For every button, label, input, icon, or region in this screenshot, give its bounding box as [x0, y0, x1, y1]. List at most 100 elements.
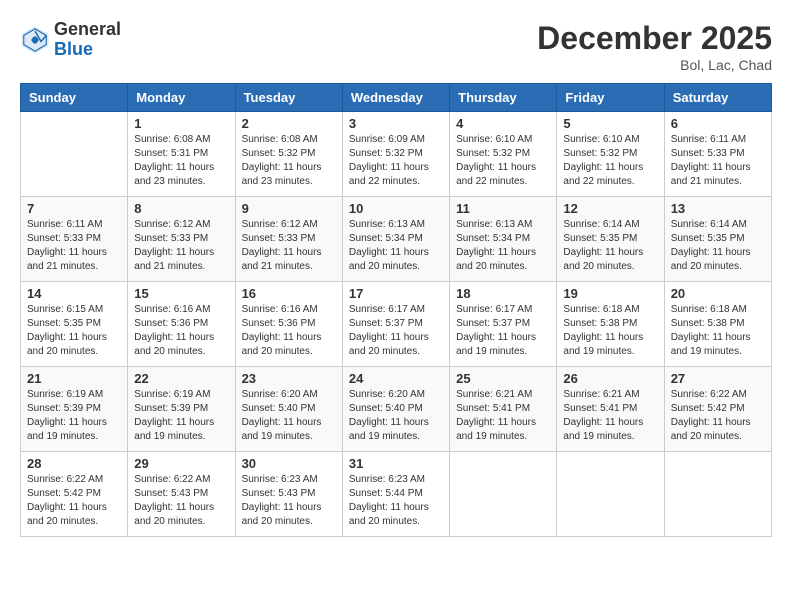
- day-number: 1: [134, 116, 228, 131]
- calendar-cell: [21, 112, 128, 197]
- calendar-cell: 17 Sunrise: 6:17 AM Sunset: 5:37 PM Dayli…: [342, 282, 449, 367]
- day-info: Sunrise: 6:21 AM Sunset: 5:41 PM Dayligh…: [563, 388, 657, 444]
- day-info: Sunrise: 6:16 AM Sunset: 5:36 PM Dayligh…: [134, 303, 228, 359]
- day-number: 18: [456, 286, 550, 301]
- logo-general: General: [54, 20, 121, 40]
- calendar-cell: 4 Sunrise: 6:10 AM Sunset: 5:32 PM Daylig…: [450, 112, 557, 197]
- day-number: 14: [27, 286, 121, 301]
- day-info: Sunrise: 6:18 AM Sunset: 5:38 PM Dayligh…: [671, 303, 765, 359]
- day-number: 6: [671, 116, 765, 131]
- calendar-cell: 30Sunrise: 6:23 AM Sunset: 5:43 PM Dayli…: [235, 452, 342, 537]
- calendar-cell: 8 Sunrise: 6:12 AM Sunset: 5:33 PM Daylig…: [128, 197, 235, 282]
- day-header-thursday: Thursday: [450, 84, 557, 112]
- week-row-1: 1 Sunrise: 6:08 AM Sunset: 5:31 PM Daylig…: [21, 112, 772, 197]
- day-number: 16: [242, 286, 336, 301]
- calendar-cell: 21Sunrise: 6:19 AM Sunset: 5:39 PM Dayli…: [21, 367, 128, 452]
- calendar-cell: 22Sunrise: 6:19 AM Sunset: 5:39 PM Dayli…: [128, 367, 235, 452]
- day-header-friday: Friday: [557, 84, 664, 112]
- week-row-3: 14Sunrise: 6:15 AM Sunset: 5:35 PM Dayli…: [21, 282, 772, 367]
- day-info: Sunrise: 6:23 AM Sunset: 5:44 PM Dayligh…: [349, 473, 443, 529]
- calendar-cell: 23Sunrise: 6:20 AM Sunset: 5:40 PM Dayli…: [235, 367, 342, 452]
- day-info: Sunrise: 6:14 AM Sunset: 5:35 PM Dayligh…: [563, 218, 657, 274]
- day-info: Sunrise: 6:16 AM Sunset: 5:36 PM Dayligh…: [242, 303, 336, 359]
- calendar-cell: 26 Sunrise: 6:21 AM Sunset: 5:41 PM Dayli…: [557, 367, 664, 452]
- day-info: Sunrise: 6:08 AM Sunset: 5:31 PM Dayligh…: [134, 133, 228, 189]
- calendar-cell: 27Sunrise: 6:22 AM Sunset: 5:42 PM Dayli…: [664, 367, 771, 452]
- calendar-table: SundayMondayTuesdayWednesdayThursdayFrid…: [20, 83, 772, 537]
- day-number: 13: [671, 201, 765, 216]
- week-row-5: 28 Sunrise: 6:22 AM Sunset: 5:42 PM Dayli…: [21, 452, 772, 537]
- day-number: 24: [349, 371, 443, 386]
- logo-icon: [20, 25, 50, 55]
- day-header-saturday: Saturday: [664, 84, 771, 112]
- calendar-cell: 20 Sunrise: 6:18 AM Sunset: 5:38 PM Dayli…: [664, 282, 771, 367]
- day-info: Sunrise: 6:14 AM Sunset: 5:35 PM Dayligh…: [671, 218, 765, 274]
- day-header-sunday: Sunday: [21, 84, 128, 112]
- day-info: Sunrise: 6:17 AM Sunset: 5:37 PM Dayligh…: [456, 303, 550, 359]
- day-info: Sunrise: 6:12 AM Sunset: 5:33 PM Dayligh…: [134, 218, 228, 274]
- calendar-cell: 11Sunrise: 6:13 AM Sunset: 5:34 PM Dayli…: [450, 197, 557, 282]
- day-number: 8: [134, 201, 228, 216]
- day-number: 28: [27, 456, 121, 471]
- title-section: December 2025 Bol, Lac, Chad: [537, 20, 772, 73]
- calendar-cell: 29 Sunrise: 6:22 AM Sunset: 5:43 PM Dayli…: [128, 452, 235, 537]
- day-number: 25: [456, 371, 550, 386]
- page-header: General Blue December 2025 Bol, Lac, Cha…: [20, 20, 772, 73]
- day-info: Sunrise: 6:10 AM Sunset: 5:32 PM Dayligh…: [563, 133, 657, 189]
- day-info: Sunrise: 6:22 AM Sunset: 5:43 PM Dayligh…: [134, 473, 228, 529]
- day-info: Sunrise: 6:11 AM Sunset: 5:33 PM Dayligh…: [671, 133, 765, 189]
- day-number: 10: [349, 201, 443, 216]
- calendar-cell: 10 Sunrise: 6:13 AM Sunset: 5:34 PM Dayli…: [342, 197, 449, 282]
- calendar-cell: 25Sunrise: 6:21 AM Sunset: 5:41 PM Dayli…: [450, 367, 557, 452]
- day-info: Sunrise: 6:08 AM Sunset: 5:32 PM Dayligh…: [242, 133, 336, 189]
- day-number: 27: [671, 371, 765, 386]
- day-number: 4: [456, 116, 550, 131]
- calendar-cell: 14Sunrise: 6:15 AM Sunset: 5:35 PM Dayli…: [21, 282, 128, 367]
- day-info: Sunrise: 6:22 AM Sunset: 5:42 PM Dayligh…: [27, 473, 121, 529]
- day-number: 17: [349, 286, 443, 301]
- day-header-tuesday: Tuesday: [235, 84, 342, 112]
- calendar-cell: 31 Sunrise: 6:23 AM Sunset: 5:44 PM Dayli…: [342, 452, 449, 537]
- day-number: 22: [134, 371, 228, 386]
- day-number: 23: [242, 371, 336, 386]
- logo: General Blue: [20, 20, 121, 60]
- calendar-cell: 24 Sunrise: 6:20 AM Sunset: 5:40 PM Dayli…: [342, 367, 449, 452]
- day-number: 30: [242, 456, 336, 471]
- calendar-header-row: SundayMondayTuesdayWednesdayThursdayFrid…: [21, 84, 772, 112]
- day-info: Sunrise: 6:19 AM Sunset: 5:39 PM Dayligh…: [27, 388, 121, 444]
- week-row-4: 21Sunrise: 6:19 AM Sunset: 5:39 PM Dayli…: [21, 367, 772, 452]
- logo-text: General Blue: [54, 20, 121, 60]
- day-number: 31: [349, 456, 443, 471]
- day-number: 9: [242, 201, 336, 216]
- day-info: Sunrise: 6:13 AM Sunset: 5:34 PM Dayligh…: [456, 218, 550, 274]
- day-header-wednesday: Wednesday: [342, 84, 449, 112]
- calendar-cell: 16 Sunrise: 6:16 AM Sunset: 5:36 PM Dayli…: [235, 282, 342, 367]
- calendar-cell: 7Sunrise: 6:11 AM Sunset: 5:33 PM Daylig…: [21, 197, 128, 282]
- week-row-2: 7Sunrise: 6:11 AM Sunset: 5:33 PM Daylig…: [21, 197, 772, 282]
- day-header-monday: Monday: [128, 84, 235, 112]
- day-number: 2: [242, 116, 336, 131]
- day-number: 19: [563, 286, 657, 301]
- calendar-cell: 19 Sunrise: 6:18 AM Sunset: 5:38 PM Dayli…: [557, 282, 664, 367]
- day-number: 26: [563, 371, 657, 386]
- day-info: Sunrise: 6:13 AM Sunset: 5:34 PM Dayligh…: [349, 218, 443, 274]
- day-number: 29: [134, 456, 228, 471]
- day-info: Sunrise: 6:17 AM Sunset: 5:37 PM Dayligh…: [349, 303, 443, 359]
- month-title: December 2025: [537, 20, 772, 57]
- logo-blue: Blue: [54, 40, 121, 60]
- calendar-cell: [450, 452, 557, 537]
- calendar-cell: 5 Sunrise: 6:10 AM Sunset: 5:32 PM Daylig…: [557, 112, 664, 197]
- day-number: 5: [563, 116, 657, 131]
- day-info: Sunrise: 6:18 AM Sunset: 5:38 PM Dayligh…: [563, 303, 657, 359]
- day-info: Sunrise: 6:11 AM Sunset: 5:33 PM Dayligh…: [27, 218, 121, 274]
- calendar-cell: 18 Sunrise: 6:17 AM Sunset: 5:37 PM Dayli…: [450, 282, 557, 367]
- day-info: Sunrise: 6:20 AM Sunset: 5:40 PM Dayligh…: [349, 388, 443, 444]
- day-info: Sunrise: 6:12 AM Sunset: 5:33 PM Dayligh…: [242, 218, 336, 274]
- day-number: 20: [671, 286, 765, 301]
- calendar-cell: 2 Sunrise: 6:08 AM Sunset: 5:32 PM Daylig…: [235, 112, 342, 197]
- calendar-cell: 6 Sunrise: 6:11 AM Sunset: 5:33 PM Daylig…: [664, 112, 771, 197]
- calendar-cell: 13 Sunrise: 6:14 AM Sunset: 5:35 PM Dayli…: [664, 197, 771, 282]
- calendar-cell: 9 Sunrise: 6:12 AM Sunset: 5:33 PM Daylig…: [235, 197, 342, 282]
- day-info: Sunrise: 6:10 AM Sunset: 5:32 PM Dayligh…: [456, 133, 550, 189]
- calendar-cell: 15Sunrise: 6:16 AM Sunset: 5:36 PM Dayli…: [128, 282, 235, 367]
